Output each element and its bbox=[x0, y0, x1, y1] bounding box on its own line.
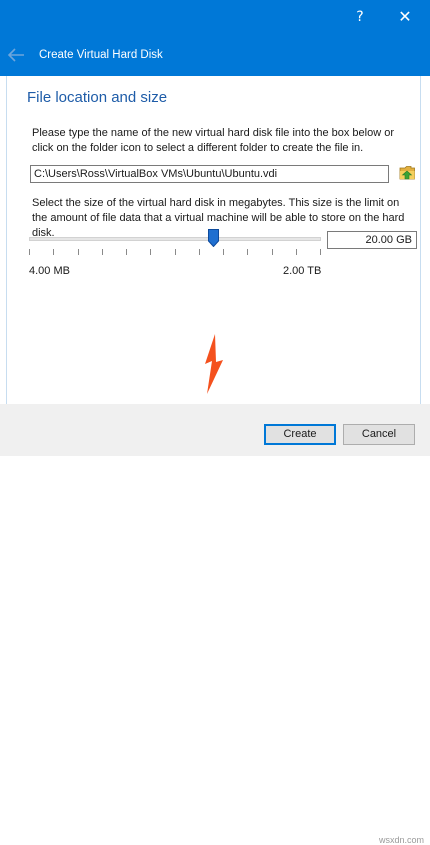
slider-tick bbox=[199, 249, 200, 255]
slider-tick bbox=[126, 249, 127, 255]
size-slider[interactable] bbox=[29, 229, 321, 255]
back-arrow-icon[interactable] bbox=[7, 48, 25, 62]
min-size-label: 4.00 MB bbox=[29, 265, 70, 277]
cancel-button[interactable]: Cancel bbox=[343, 424, 415, 445]
folder-icon[interactable] bbox=[399, 164, 416, 181]
slider-tick bbox=[272, 249, 273, 255]
watermark: wsxdn.com bbox=[379, 835, 425, 845]
button-bar: Create Cancel wsxdn.com bbox=[0, 404, 430, 845]
slider-handle[interactable] bbox=[207, 229, 219, 247]
content-panel: File location and size Please type the n… bbox=[6, 76, 421, 405]
slider-tick bbox=[223, 249, 224, 255]
file-location-description: Please type the name of the new virtual … bbox=[32, 127, 394, 154]
wizard-header: Create Virtual Hard Disk bbox=[0, 36, 430, 76]
slider-tick bbox=[78, 249, 79, 255]
wizard-title: Create Virtual Hard Disk bbox=[39, 49, 163, 61]
slider-tick bbox=[102, 249, 103, 255]
window-titlebar: ? ✕ bbox=[0, 0, 430, 36]
slider-tick bbox=[53, 249, 54, 255]
file-path-input[interactable]: C:\Users\Ross\VirtualBox VMs\Ubuntu\Ubun… bbox=[30, 165, 389, 183]
slider-ticks bbox=[29, 249, 321, 257]
create-button[interactable]: Create bbox=[264, 424, 336, 445]
slider-tick bbox=[29, 249, 30, 255]
close-button[interactable]: ✕ bbox=[385, 0, 425, 36]
slider-tick bbox=[296, 249, 297, 255]
help-button[interactable]: ? bbox=[340, 0, 380, 36]
slider-tick bbox=[175, 249, 176, 255]
max-size-label: 2.00 TB bbox=[283, 265, 322, 277]
slider-track bbox=[29, 237, 321, 241]
slider-tick bbox=[150, 249, 151, 255]
section-title: File location and size bbox=[27, 89, 168, 106]
annotation-arrow bbox=[205, 334, 223, 394]
slider-tick bbox=[247, 249, 248, 255]
slider-tick bbox=[320, 249, 321, 255]
size-input[interactable]: 20.00 GB bbox=[327, 231, 417, 249]
